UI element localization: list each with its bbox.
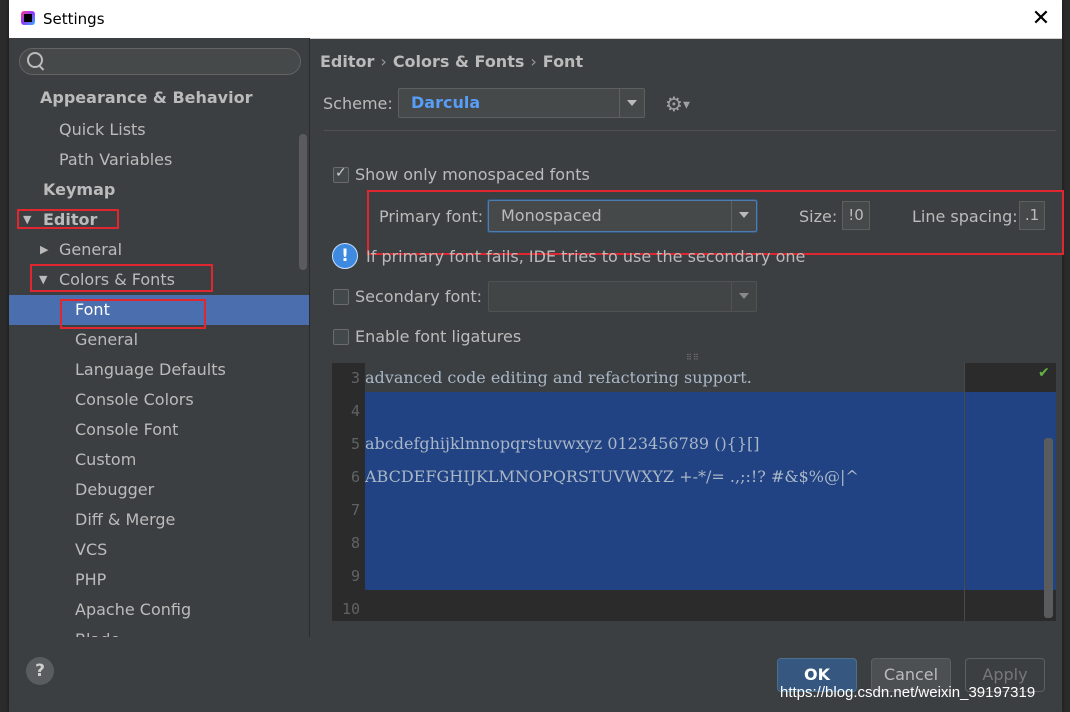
collapse-arrow-icon[interactable]: ▶ <box>40 235 48 265</box>
code-line: ABCDEFGHIJKLMNOPQRSTUVWXYZ +-*/= .,;:!? … <box>365 467 859 486</box>
search-input[interactable] <box>19 48 301 75</box>
line-number: 3 <box>350 369 360 387</box>
preview-selection <box>365 392 1056 590</box>
line-number: 4 <box>350 402 360 420</box>
breadcrumb-separator: › <box>380 52 387 71</box>
secondary-font-checkbox[interactable] <box>333 289 349 305</box>
tree-item-diff-merge[interactable]: Diff & Merge <box>9 505 309 535</box>
tree-item-custom[interactable]: Custom <box>9 445 309 475</box>
secondary-font-label: Secondary font: <box>355 287 483 306</box>
settings-dialog: Settings ✕ Appearance & Behavior Quick L… <box>9 0 1064 712</box>
show-mono-checkbox[interactable] <box>333 165 349 183</box>
font-settings-panel: Editor › Colors & Fonts › Font Scheme: Darcu… <box>309 38 1064 637</box>
breadcrumb: Editor › Colors & Fonts › Font <box>320 52 583 71</box>
tree-item-label: VCS <box>75 540 108 559</box>
tree-item-label: Path Variables <box>59 150 173 169</box>
line-number: 8 <box>350 534 360 552</box>
tree-item-label: Quick Lists <box>59 120 146 139</box>
tree-item-label: Custom <box>75 450 137 469</box>
divider <box>324 130 1056 131</box>
tree-item-label: Blade <box>75 625 120 637</box>
tree-item-debugger[interactable]: Debugger <box>9 475 309 505</box>
search-icon <box>27 52 43 68</box>
line-number: 10 <box>341 600 360 618</box>
tree-item-label: Keymap <box>43 180 116 199</box>
window-title: Settings <box>43 10 105 28</box>
app-icon <box>21 11 35 25</box>
fallback-info-text: If primary font fails, IDE tries to use … <box>366 247 806 266</box>
sidebar-scrollbar[interactable] <box>299 134 307 270</box>
preview-scrollbar[interactable] <box>1044 438 1053 618</box>
highlight-box-font <box>60 299 206 329</box>
tree-item-apache-config[interactable]: Apache Config <box>9 595 309 625</box>
tree-item-label: Diff & Merge <box>75 510 176 529</box>
highlight-box-editor <box>17 209 119 229</box>
tree-item-path-variables[interactable]: Path Variables <box>9 145 309 175</box>
splitter-handle[interactable]: ⠿⠿ <box>686 354 704 362</box>
tree-item-label: PHP <box>75 570 107 589</box>
tree-item-appearance[interactable]: Appearance & Behavior <box>9 83 309 113</box>
right-margin-guide <box>964 363 965 621</box>
font-preview-editor[interactable]: 3 advanced code editing and refactoring … <box>332 363 1056 621</box>
line-number: 5 <box>350 435 360 453</box>
scheme-value: Darcula <box>411 93 481 112</box>
tree-item-label: Language Defaults <box>75 360 226 379</box>
tree-item-label: General <box>59 240 123 259</box>
watermark-text: https://blog.csdn.net/weixin_39197319 <box>780 684 1036 701</box>
tree-item-quick-lists[interactable]: Quick Lists <box>9 115 309 145</box>
secondary-font-dropdown[interactable] <box>488 281 757 312</box>
tree-item-language-defaults[interactable]: Language Defaults <box>9 355 309 385</box>
tree-item-console-colors[interactable]: Console Colors <box>9 385 309 415</box>
scheme-dropdown[interactable]: Darcula <box>398 88 645 118</box>
check-icon: ✔ <box>1038 365 1050 381</box>
info-icon: ! <box>332 243 358 269</box>
tree-item-console-font[interactable]: Console Font <box>9 415 309 445</box>
settings-tree: Appearance & Behavior Quick Lists Path V… <box>9 38 310 637</box>
breadcrumb-separator: › <box>530 52 537 71</box>
close-icon[interactable]: ✕ <box>1027 6 1055 32</box>
tree-item-label: Appearance & Behavior <box>40 88 253 107</box>
breadcrumb-item: Colors & Fonts <box>392 52 525 71</box>
breadcrumb-item: Font <box>542 52 584 71</box>
chevron-down-icon[interactable] <box>619 89 644 117</box>
breadcrumb-item: Editor <box>320 52 375 71</box>
highlight-box-colors-fonts <box>30 264 213 292</box>
code-line: abcdefghijklmnopqrstuvwxyz 0123456789 ()… <box>365 434 760 453</box>
help-icon[interactable]: ? <box>26 657 54 685</box>
scheme-label: Scheme: <box>323 94 393 113</box>
gear-icon[interactable]: ⚙▼ <box>665 92 690 116</box>
ligatures-label: Enable font ligatures <box>355 327 522 346</box>
code-line: advanced code editing and refactoring su… <box>365 368 752 387</box>
background-editor-strip-right <box>1062 0 1070 712</box>
highlight-box-primary-font <box>367 190 1064 255</box>
show-mono-label: Show only monospaced fonts <box>355 165 590 184</box>
line-number: 9 <box>350 567 360 585</box>
tree-item-php[interactable]: PHP <box>9 565 309 595</box>
line-number: 6 <box>350 468 360 486</box>
tree-item-label: Debugger <box>75 480 155 499</box>
ligatures-checkbox[interactable] <box>333 329 349 345</box>
tree-item-label: Console Colors <box>75 390 194 409</box>
tree-item-cf-general[interactable]: General <box>9 325 309 355</box>
tree-item-blade[interactable]: Blade <box>9 625 309 637</box>
tree-item-general[interactable]: ▶ General <box>9 235 309 265</box>
tree-item-keymap[interactable]: Keymap <box>9 175 309 205</box>
tree-item-label: General <box>75 330 139 349</box>
chevron-down-icon[interactable] <box>731 282 756 311</box>
tree-item-label: Apache Config <box>75 600 192 619</box>
line-number: 7 <box>350 501 360 519</box>
title-bar: Settings ✕ <box>9 0 1062 39</box>
tree-item-label: Console Font <box>75 420 179 439</box>
tree-item-vcs[interactable]: VCS <box>9 535 309 565</box>
